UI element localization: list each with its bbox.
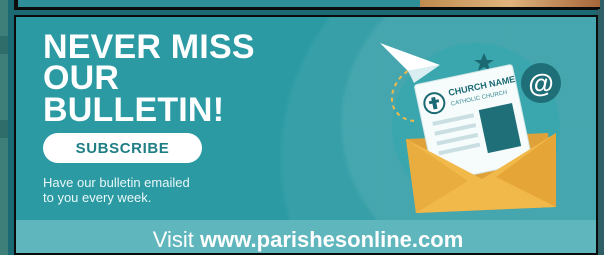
visit-prefix: Visit xyxy=(152,227,201,252)
description-line-2: to you every week. xyxy=(43,190,152,205)
svg-text:@: @ xyxy=(528,68,553,98)
envelope-illustration: @ CHURCH NAME CATHOLIC CHURCH xyxy=(356,31,596,216)
headline-line-2: OUR BULLETIN! xyxy=(43,59,225,129)
website-url-link[interactable]: www.parishesonline.com xyxy=(200,227,463,252)
left-page-edge xyxy=(0,0,8,255)
left-edge-block xyxy=(0,120,8,138)
subscribe-label: SUBSCRIBE xyxy=(75,139,170,157)
visit-website-bar[interactable]: Visit www.parishesonline.com xyxy=(16,220,596,253)
previous-ad-photo xyxy=(420,0,600,7)
previous-ad-strip xyxy=(18,0,600,9)
subscribe-button[interactable]: SUBSCRIBE xyxy=(43,133,202,163)
at-symbol-icon: @ xyxy=(521,63,561,103)
visit-website-text: Visit www.parishesonline.com xyxy=(16,227,596,253)
ad-headline: NEVER MISS OUR BULLETIN! xyxy=(43,30,303,129)
left-edge-block xyxy=(0,36,8,54)
bulletin-subscribe-ad[interactable]: NEVER MISS OUR BULLETIN! SUBSCRIBE Have … xyxy=(14,15,598,255)
description-line-1: Have our bulletin emailed xyxy=(43,175,190,190)
ad-description: Have our bulletin emailed to you every w… xyxy=(43,175,293,205)
